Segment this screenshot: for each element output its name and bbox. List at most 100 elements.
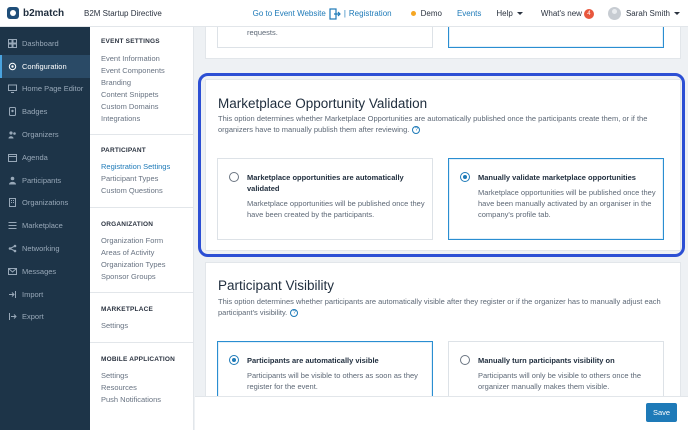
submenu-item-mobile-settings[interactable]: Settings <box>101 370 175 382</box>
help-label: Help <box>496 9 513 18</box>
question-mark-icon[interactable]: ? <box>290 309 299 318</box>
description-text: This option determines whether participa… <box>218 297 661 317</box>
sidebar-item-agenda[interactable]: Agenda <box>0 146 90 169</box>
dashboard-icon <box>8 38 17 48</box>
sidebar-item-label: Participants <box>22 175 62 185</box>
divider <box>90 207 194 208</box>
section-title: MARKETPLACE <box>101 306 154 313</box>
submenu-item-organization-form[interactable]: Organization Form <box>101 235 165 247</box>
previous-option-right[interactable] <box>448 27 664 48</box>
marketplace-section: MARKETPLACE Settings <box>90 306 153 332</box>
section-description: This option determines whether participa… <box>218 296 668 318</box>
radio-auto-visible[interactable] <box>229 355 239 365</box>
sidebar-item-organizations[interactable]: Organizations <box>0 192 90 215</box>
submenu-item-event-information[interactable]: Event Information <box>101 53 165 65</box>
previous-option-left[interactable]: requests. <box>217 27 433 48</box>
option-title: Participants are automatically visible <box>247 356 379 365</box>
registration-link[interactable]: Registration <box>349 9 392 18</box>
sidebar-item-label: Dashboard <box>22 38 59 48</box>
goto-event-website-link[interactable]: Go to Event Website <box>253 9 326 18</box>
submenu-item-participant-types[interactable]: Participant Types <box>101 173 170 185</box>
option-title: Manually validate marketplace opportunit… <box>478 173 636 182</box>
sidebar-item-dashboard[interactable]: Dashboard <box>0 32 90 55</box>
sidebar-item-organizers[interactable]: Organizers <box>0 123 90 146</box>
section-title: ORGANIZATION <box>101 221 154 228</box>
submenu-item-custom-domains[interactable]: Custom Domains <box>101 101 165 113</box>
network-icon <box>8 244 17 253</box>
submenu-item-resources[interactable]: Resources <box>101 382 175 394</box>
main-sidebar: Dashboard Configuration Home Page Editor… <box>0 27 90 430</box>
logo[interactable]: b2match <box>0 0 90 27</box>
sidebar-item-label: Messages <box>22 266 57 276</box>
submenu-item-push-notifications[interactable]: Push Notifications <box>101 394 175 406</box>
export-icon <box>8 312 17 321</box>
demo-status-dot-icon <box>410 11 416 16</box>
whats-new-button[interactable]: What's new 4 <box>540 8 594 19</box>
option-description: requests. <box>247 28 278 37</box>
help-menu[interactable]: Help <box>496 9 523 18</box>
section-heading: Marketplace Opportunity Validation <box>218 96 428 111</box>
sidebar-item-configuration[interactable]: Configuration <box>0 54 90 78</box>
mobile-application-section: MOBILE APPLICATION Settings Resources Pu… <box>90 356 175 406</box>
sidebar-item-label: Import <box>22 289 44 299</box>
question-mark-icon[interactable]: ? <box>412 126 421 135</box>
option-description: Marketplace opportunities will be publis… <box>478 188 656 219</box>
divider <box>90 292 194 293</box>
submenu-item-branding[interactable]: Branding <box>101 77 165 89</box>
submenu-item-marketplace-settings[interactable]: Settings <box>101 320 153 332</box>
settings-submenu: EVENT SETTINGS Event Information Event C… <box>90 27 194 430</box>
list-icon <box>8 221 17 230</box>
calendar-icon <box>8 153 17 162</box>
sidebar-item-messages[interactable]: Messages <box>0 260 90 283</box>
section-title: MOBILE APPLICATION <box>101 356 176 363</box>
person-icon <box>8 176 17 185</box>
divider <box>90 342 194 343</box>
option-title: Manually turn participants visibility on <box>478 356 615 365</box>
organization-section: ORGANIZATION Organization Form Areas of … <box>90 221 165 283</box>
radio-manual-visible[interactable] <box>460 355 470 365</box>
sidebar-item-networking[interactable]: Networking <box>0 237 90 260</box>
section-title: EVENT SETTINGS <box>101 38 160 45</box>
submenu-item-areas-of-activity[interactable]: Areas of Activity <box>101 247 165 259</box>
demo-status[interactable]: Demo <box>410 9 442 18</box>
exit-icon[interactable] <box>329 7 341 20</box>
description-text: This option determines whether Marketpla… <box>218 114 648 134</box>
radio-manual-validate[interactable] <box>460 172 470 182</box>
sidebar-item-label: Agenda <box>22 152 48 162</box>
whats-new-label: What's new <box>540 9 582 18</box>
option-manual-validate[interactable]: Manually validate marketplace opportunit… <box>448 158 664 240</box>
sidebar-item-import[interactable]: Import <box>0 283 90 306</box>
submenu-item-sponsor-groups[interactable]: Sponsor Groups <box>101 271 165 283</box>
building-icon <box>8 198 17 208</box>
sidebar-item-export[interactable]: Export <box>0 306 90 329</box>
save-button[interactable]: Save <box>646 403 677 422</box>
section-title: PARTICIPANT <box>101 147 146 154</box>
submenu-item-content-snippets[interactable]: Content Snippets <box>101 89 165 101</box>
event-settings-section: EVENT SETTINGS Event Information Event C… <box>90 38 165 125</box>
user-menu[interactable]: Sarah Smith <box>607 7 680 20</box>
sidebar-item-home-page-editor[interactable]: Home Page Editor <box>0 78 90 101</box>
logo-text: b2match <box>23 7 65 19</box>
submenu-item-integrations[interactable]: Integrations <box>101 113 165 125</box>
sidebar-item-label: Networking <box>22 244 60 254</box>
badge-icon <box>8 107 17 117</box>
avatar <box>607 7 621 20</box>
sidebar-item-marketplace[interactable]: Marketplace <box>0 214 90 237</box>
monitor-icon <box>8 84 17 94</box>
submenu-item-event-components[interactable]: Event Components <box>101 65 165 77</box>
sidebar-item-badges[interactable]: Badges <box>0 100 90 123</box>
option-auto-validate[interactable]: Marketplace opportunities are automatica… <box>217 158 433 240</box>
submenu-item-registration-settings[interactable]: Registration Settings <box>101 161 170 173</box>
radio-auto-validate[interactable] <box>229 172 239 182</box>
event-title: B2M Startup Directive <box>84 8 162 18</box>
nav-separator: | <box>343 9 346 18</box>
import-icon <box>8 290 17 299</box>
footer-bar: Save <box>195 396 688 430</box>
sidebar-item-participants[interactable]: Participants <box>0 169 90 192</box>
sidebar-item-label: Badges <box>22 107 48 117</box>
submenu-item-custom-questions[interactable]: Custom Questions <box>101 185 170 197</box>
mail-icon <box>8 267 17 276</box>
events-link[interactable]: Events <box>457 9 481 18</box>
main-content: requests. Marketplace Opportunity Valida… <box>195 27 688 430</box>
submenu-item-organization-types[interactable]: Organization Types <box>101 259 165 271</box>
